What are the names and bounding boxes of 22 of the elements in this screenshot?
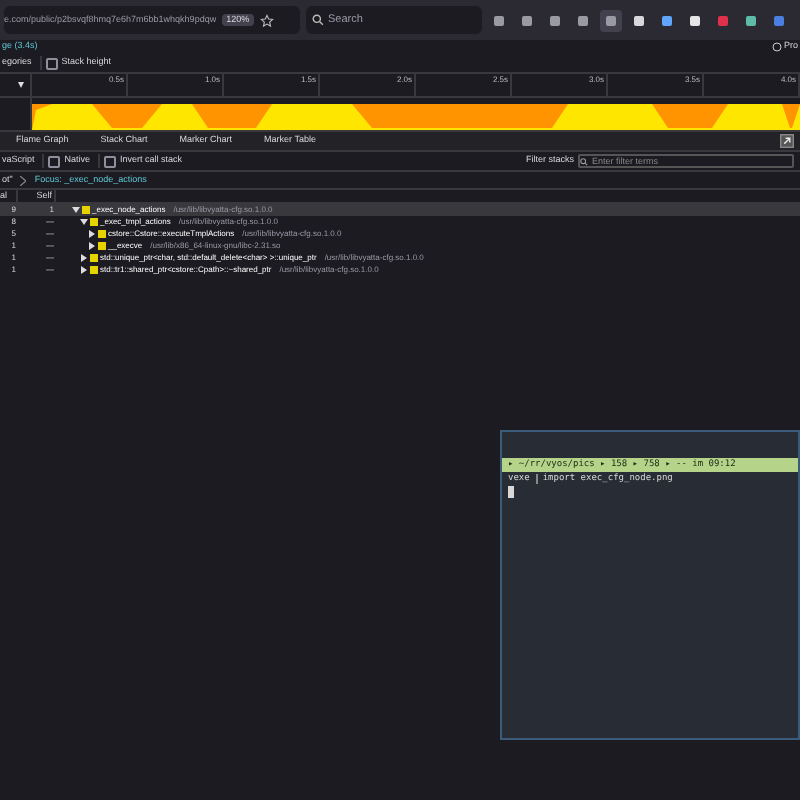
category-square-icon <box>90 266 98 274</box>
checkbox[interactable] <box>45 57 58 69</box>
search-icon <box>312 14 324 26</box>
checkbox[interactable] <box>48 155 61 167</box>
collapsed-icon[interactable] <box>88 242 96 250</box>
collapsed-icon[interactable] <box>80 266 88 274</box>
search-icon <box>580 157 588 165</box>
terminal-cursor <box>508 486 514 498</box>
activity-graph[interactable] <box>32 100 800 130</box>
category-square-icon <box>90 218 98 226</box>
expanded-icon[interactable] <box>72 206 80 214</box>
sidebar-toggle-icon[interactable] <box>780 134 794 148</box>
category-square-icon <box>98 230 106 238</box>
star-icon[interactable] <box>259 13 274 27</box>
caret-icon[interactable] <box>18 82 24 88</box>
category-square-icon <box>98 242 106 250</box>
collapsed-icon[interactable] <box>80 254 88 262</box>
category-square-icon <box>82 206 90 214</box>
checkbox[interactable] <box>104 155 117 167</box>
chevron-icon <box>20 175 27 185</box>
collapsed-icon[interactable] <box>88 230 96 238</box>
category-square-icon <box>90 254 98 262</box>
